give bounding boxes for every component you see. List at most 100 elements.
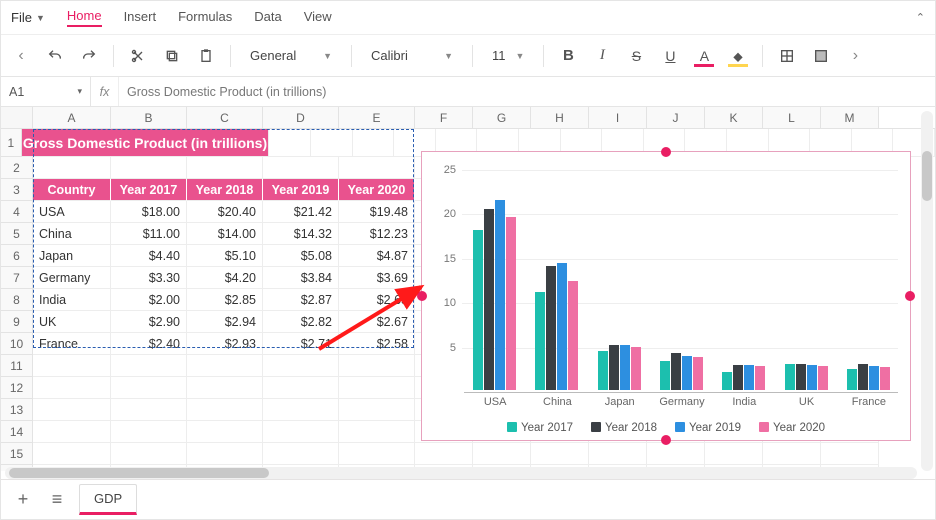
row-header[interactable]: 7 — [1, 267, 33, 289]
column-header[interactable]: H — [531, 107, 589, 128]
fill-color-button[interactable] — [724, 42, 752, 70]
cell[interactable]: USA — [33, 201, 111, 223]
cell[interactable]: $2.82 — [263, 311, 339, 333]
cell[interactable] — [269, 129, 311, 157]
cell[interactable] — [111, 443, 187, 465]
cell[interactable]: $2.40 — [111, 333, 187, 355]
cell[interactable]: Year 2018 — [187, 179, 263, 201]
menu-insert[interactable]: Insert — [124, 9, 157, 26]
column-header[interactable]: F — [415, 107, 473, 128]
column-header[interactable]: J — [647, 107, 705, 128]
row-header[interactable]: 5 — [1, 223, 33, 245]
cell[interactable] — [531, 443, 589, 465]
cell[interactable] — [111, 377, 187, 399]
menu-data[interactable]: Data — [254, 9, 281, 26]
column-header[interactable]: B — [111, 107, 187, 128]
font-color-button[interactable]: A — [690, 42, 718, 70]
cell[interactable] — [589, 443, 647, 465]
undo-button[interactable] — [41, 42, 69, 70]
cell[interactable]: Gross Domestic Product (in trillions) — [22, 129, 270, 157]
cell[interactable]: Germany — [33, 267, 111, 289]
embedded-chart[interactable]: 510152025USAChinaJapanGermanyIndiaUKFran… — [421, 151, 911, 441]
cell[interactable] — [111, 399, 187, 421]
copy-button[interactable] — [158, 42, 186, 70]
name-box[interactable]: A1 ▾ — [1, 77, 91, 106]
cell[interactable] — [33, 355, 111, 377]
cell[interactable]: $5.10 — [187, 245, 263, 267]
column-header[interactable]: G — [473, 107, 531, 128]
cell[interactable] — [187, 421, 263, 443]
cell[interactable] — [339, 157, 415, 179]
cell[interactable] — [339, 355, 415, 377]
cell[interactable]: France — [33, 333, 111, 355]
cell[interactable]: $2.71 — [263, 333, 339, 355]
cell[interactable] — [263, 355, 339, 377]
cell[interactable]: $4.87 — [339, 245, 415, 267]
cell[interactable]: India — [33, 289, 111, 311]
cell[interactable]: $11.00 — [111, 223, 187, 245]
cell[interactable] — [33, 377, 111, 399]
cell[interactable]: $2.67 — [339, 311, 415, 333]
menu-view[interactable]: View — [304, 9, 332, 26]
cell[interactable]: $3.84 — [263, 267, 339, 289]
fx-label[interactable]: fx — [91, 77, 119, 106]
row-header[interactable]: 11 — [1, 355, 33, 377]
cell[interactable] — [473, 443, 531, 465]
menu-file[interactable]: File ▼ — [11, 10, 45, 25]
cell[interactable] — [821, 443, 879, 465]
chart-handle-bottom[interactable] — [661, 435, 671, 445]
cell[interactable] — [187, 399, 263, 421]
cell[interactable]: $12.23 — [339, 223, 415, 245]
cell[interactable] — [339, 443, 415, 465]
column-header[interactable]: K — [705, 107, 763, 128]
cell[interactable]: Year 2017 — [111, 179, 187, 201]
cell[interactable] — [187, 355, 263, 377]
cell[interactable] — [311, 129, 353, 157]
cell[interactable]: $19.48 — [339, 201, 415, 223]
row-header[interactable]: 6 — [1, 245, 33, 267]
chart-handle-top[interactable] — [661, 147, 671, 157]
column-header[interactable]: C — [187, 107, 263, 128]
cell[interactable] — [263, 399, 339, 421]
column-header[interactable]: D — [263, 107, 339, 128]
cell[interactable]: $2.93 — [187, 333, 263, 355]
column-header[interactable]: A — [33, 107, 111, 128]
cell[interactable] — [187, 157, 263, 179]
cell[interactable] — [33, 421, 111, 443]
strikethrough-button[interactable]: S — [622, 42, 650, 70]
cell[interactable]: Year 2020 — [339, 179, 415, 201]
bold-button[interactable]: B — [554, 42, 582, 70]
redo-button[interactable] — [75, 42, 103, 70]
menu-home[interactable]: Home — [67, 8, 102, 27]
italic-button[interactable]: I — [588, 42, 616, 70]
nav-back-button[interactable]: ‹ — [7, 42, 35, 70]
column-header[interactable]: I — [589, 107, 647, 128]
cell[interactable]: Japan — [33, 245, 111, 267]
row-header[interactable]: 2 — [1, 157, 33, 179]
cell[interactable]: $2.65 — [339, 289, 415, 311]
cell[interactable] — [187, 443, 263, 465]
row-header[interactable]: 9 — [1, 311, 33, 333]
merge-button[interactable] — [807, 42, 835, 70]
font-name-select[interactable]: Calibri ▼ — [362, 42, 462, 70]
column-header[interactable]: M — [821, 107, 879, 128]
cell[interactable] — [415, 443, 473, 465]
cell[interactable] — [763, 443, 821, 465]
row-header[interactable]: 4 — [1, 201, 33, 223]
row-header[interactable]: 15 — [1, 443, 33, 465]
cell[interactable]: $3.30 — [111, 267, 187, 289]
cell[interactable] — [33, 399, 111, 421]
cell[interactable]: Country — [33, 179, 111, 201]
collapse-ribbon-icon[interactable]: ⌃ — [916, 11, 925, 24]
column-header[interactable]: E — [339, 107, 415, 128]
menu-formulas[interactable]: Formulas — [178, 9, 232, 26]
horizontal-scrollbar-thumb[interactable] — [9, 468, 269, 478]
cell[interactable] — [353, 129, 395, 157]
borders-button[interactable] — [773, 42, 801, 70]
cell[interactable]: $14.32 — [263, 223, 339, 245]
row-header[interactable]: 14 — [1, 421, 33, 443]
nav-forward-button[interactable]: › — [841, 42, 869, 70]
horizontal-scrollbar[interactable] — [5, 467, 917, 479]
row-header[interactable]: 12 — [1, 377, 33, 399]
number-format-select[interactable]: General ▼ — [241, 42, 341, 70]
